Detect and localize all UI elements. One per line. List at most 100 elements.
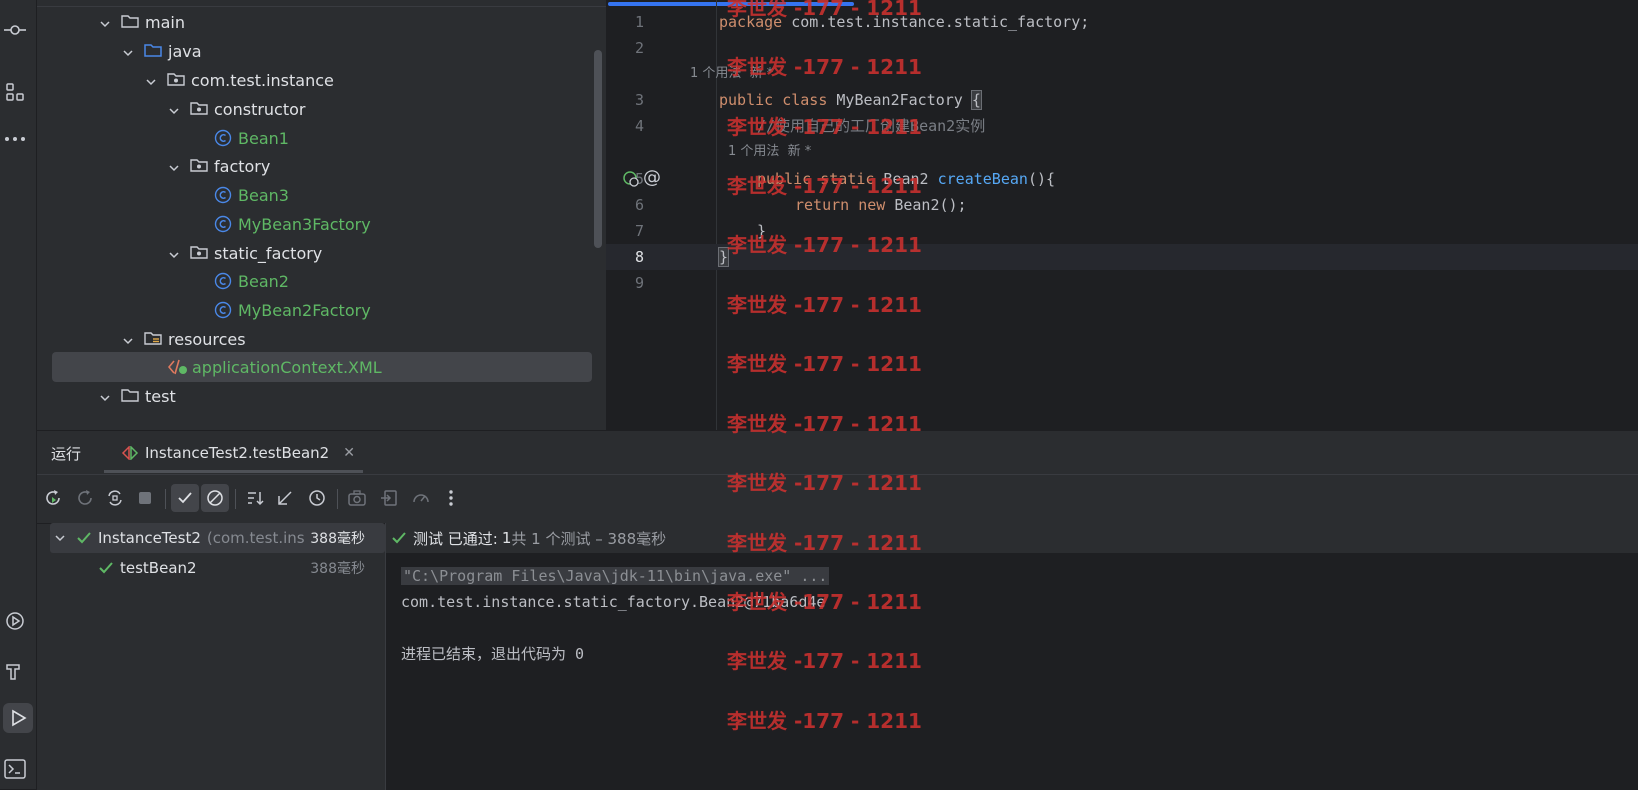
stop-icon[interactable] [131, 484, 159, 512]
rerun-failed-icon[interactable] [71, 484, 99, 512]
show-ignored-icon[interactable] [201, 484, 229, 512]
class-icon [214, 215, 232, 233]
coverage-icon[interactable] [407, 484, 435, 512]
at-annotation-icon[interactable]: @ [643, 167, 661, 188]
tree-item-applicationcontext-xml[interactable]: applicationContext.XML [52, 352, 592, 382]
tree-item-label: Bean3 [238, 185, 289, 205]
tree-item-constructor[interactable]: constructor [37, 94, 606, 124]
tree-item-label: constructor [214, 99, 306, 119]
tree-item-com-test-instance[interactable]: com.test.instance [37, 65, 606, 95]
terminal-icon[interactable] [0, 754, 30, 784]
params: (){ [1027, 170, 1056, 188]
test-status-bar: 测试 已通过: 1 共 1 个测试 – 388毫秒 [386, 523, 1638, 553]
tree-item-bean2[interactable]: Bean2 [37, 266, 606, 296]
tree-item-bean3[interactable]: Bean3 [37, 180, 606, 210]
line-number: 3 [634, 91, 644, 109]
tree-item-test[interactable]: test [37, 381, 606, 411]
tree-item-mybean2factory[interactable]: MyBean2Factory [37, 295, 606, 325]
class-name: MyBean2Factory [827, 91, 972, 109]
close-icon[interactable]: ✕ [343, 445, 355, 461]
test-suite-row[interactable]: InstanceTest2 (com.test.inst 388毫秒 [50, 523, 385, 553]
watermark-text: 李世发 -177 - 1211 [727, 55, 922, 79]
test-config-icon [121, 446, 139, 460]
test-results-tree: InstanceTest2 (com.test.inst 388毫秒 testB… [37, 523, 385, 790]
tree-item-label: main [145, 12, 185, 32]
test-suite-name: InstanceTest2 [98, 529, 201, 547]
panel-divider [37, 0, 606, 7]
chevron-down-icon[interactable] [99, 15, 113, 29]
line-number: 9 [634, 274, 644, 292]
source-folder-icon [144, 42, 162, 60]
watermark-text: 李世发 -177 - 1211 [727, 590, 922, 614]
commit-icon[interactable] [0, 15, 30, 45]
tree-item-static-factory[interactable]: static_factory [37, 238, 606, 268]
folder-icon [121, 13, 139, 31]
package-icon [190, 157, 208, 175]
tree-item-mybean3factory[interactable]: MyBean3Factory [37, 209, 606, 239]
history-icon[interactable] [303, 484, 331, 512]
tree-item-main[interactable]: main [37, 7, 606, 37]
package-icon [190, 244, 208, 262]
project-tree-panel: main java com.test.instance constructor Bean… [37, 0, 606, 430]
collapse-all-icon[interactable] [271, 484, 299, 512]
tree-item-java[interactable]: java [37, 36, 606, 66]
line-number: 4 [634, 117, 644, 135]
xml-file-icon [167, 358, 187, 376]
chevron-down-icon[interactable] [54, 532, 66, 544]
chevron-down-icon[interactable] [168, 159, 182, 173]
camera-icon[interactable] [343, 484, 371, 512]
more-options-icon[interactable] [437, 484, 465, 512]
tree-item-label: MyBean3Factory [238, 214, 371, 234]
resources-folder-icon [144, 330, 162, 348]
tree-item-factory[interactable]: factory [37, 151, 606, 181]
toolbar-separator [337, 489, 338, 509]
passed-icon [391, 530, 407, 546]
scrollbar[interactable] [594, 50, 602, 248]
tree-item-label: resources [168, 329, 246, 349]
services-icon[interactable] [0, 606, 30, 636]
line-number: 2 [634, 39, 644, 57]
status-count: 1 [501, 529, 512, 547]
build-icon[interactable] [0, 656, 30, 686]
passed-icon [98, 560, 114, 576]
test-duration: 388毫秒 [310, 561, 365, 577]
usage-hint[interactable]: 1 个用法 新 * [728, 142, 811, 162]
java-command[interactable]: "C:\Program Files\Java\jdk-11\bin\java.e… [401, 567, 830, 585]
run-config-tab[interactable]: InstanceTest2.testBean2 ✕ [121, 439, 355, 467]
keyword: public class [719, 91, 828, 109]
class-icon [214, 272, 232, 290]
import-icon[interactable] [375, 484, 403, 512]
sort-icon[interactable] [241, 484, 269, 512]
more-tools-icon[interactable] [0, 124, 30, 154]
test-case-row[interactable]: testBean2 388毫秒 [98, 553, 385, 583]
tree-item-resources[interactable]: resources [37, 324, 606, 354]
bean-gutter-icon[interactable] [622, 170, 640, 192]
test-suite-package: (com.test.inst [206, 529, 305, 547]
run-tool-icon[interactable] [3, 703, 33, 733]
code-text: public class MyBean2Factory { [719, 87, 982, 113]
console-output[interactable]: 测试 已通过: 1 共 1 个测试 – 388毫秒 "C:\Program Fi… [385, 523, 1638, 790]
toggle-auto-test-icon[interactable] [101, 484, 129, 512]
chevron-down-icon[interactable] [145, 73, 159, 87]
run-tab-label: InstanceTest2.testBean2 [145, 444, 330, 462]
tree-item-label: java [168, 41, 202, 61]
show-passed-icon[interactable] [171, 484, 199, 512]
chevron-down-icon[interactable] [168, 102, 182, 116]
chevron-down-icon[interactable] [122, 332, 136, 346]
line-number: 6 [634, 196, 644, 214]
line-number: 8 [634, 248, 644, 266]
code-line[interactable]: 3 public class MyBean2Factory { [606, 87, 1638, 113]
rerun-icon[interactable] [39, 484, 67, 512]
chevron-down-icon[interactable] [122, 44, 136, 58]
tree-item-label: static_factory [214, 243, 323, 263]
tree-item-bean1[interactable]: Bean1 [37, 123, 606, 153]
class-icon [214, 129, 232, 147]
structure-icon[interactable] [0, 77, 30, 107]
console-line: 进程已结束，退出代码为 0 [401, 645, 585, 663]
tree-item-label: Bean1 [238, 128, 289, 148]
new-marker: 新 * [787, 144, 812, 159]
chevron-down-icon[interactable] [168, 246, 182, 260]
chevron-down-icon[interactable] [99, 389, 113, 403]
package-icon [190, 100, 208, 118]
test-duration: 388毫秒 [310, 531, 365, 547]
